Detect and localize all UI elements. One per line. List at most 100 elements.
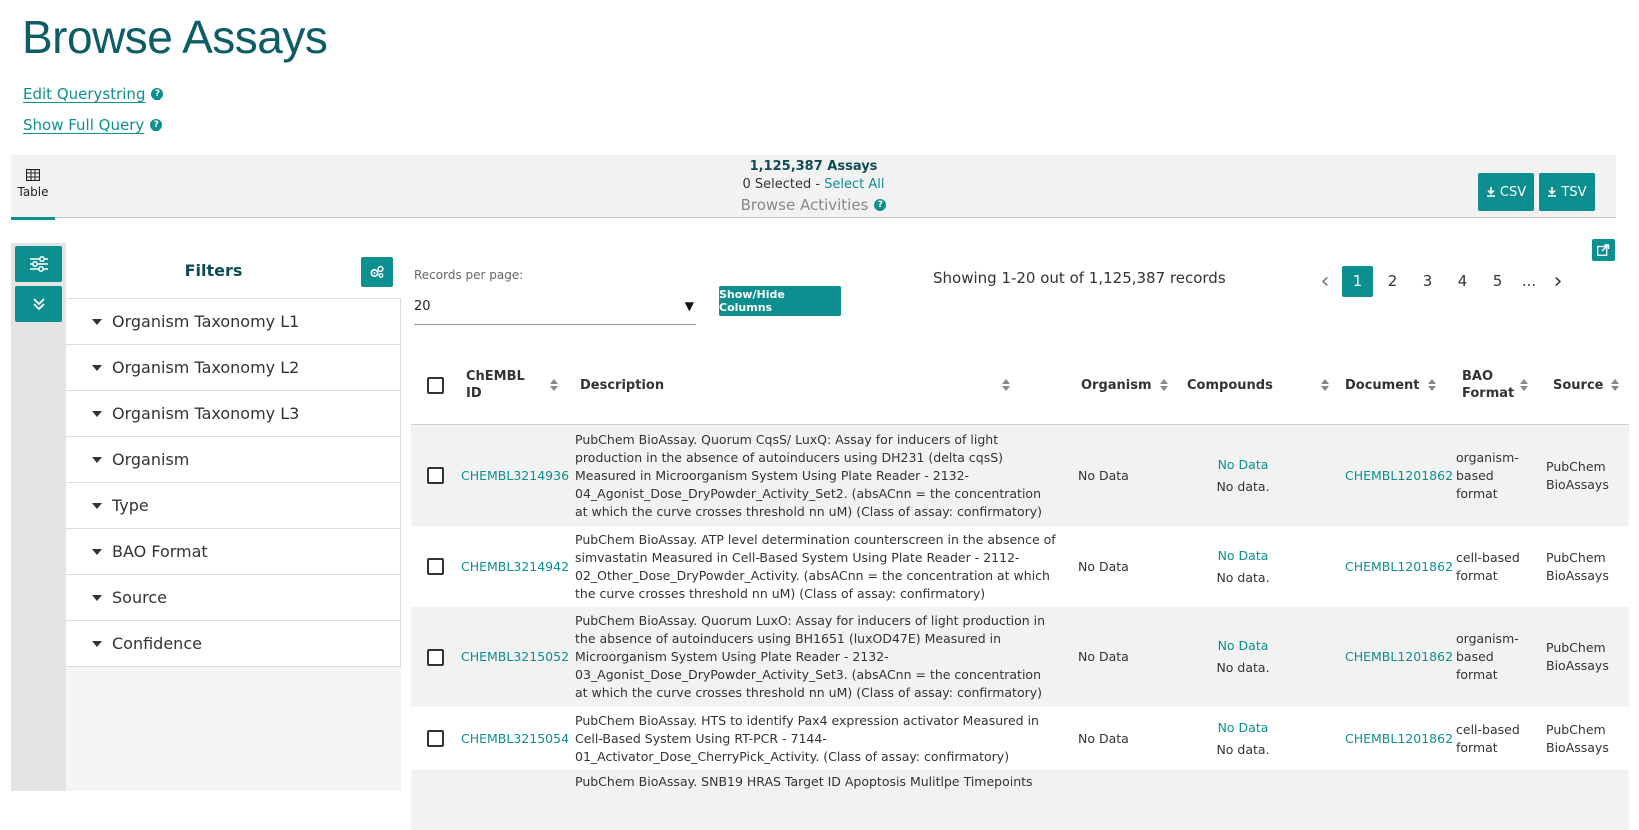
next-page-icon[interactable]: ›: [1543, 269, 1573, 294]
compounds-text: No data.: [1216, 660, 1270, 675]
filter-organism-taxonomy-l3[interactable]: Organism Taxonomy L3: [66, 391, 401, 437]
document-link[interactable]: CHEMBL1201862: [1345, 607, 1453, 707]
page-3-button[interactable]: 3: [1412, 266, 1443, 297]
compounds-text: No data.: [1216, 741, 1270, 757]
show-hide-columns-button[interactable]: Show/Hide Columns: [719, 286, 841, 316]
compounds-link[interactable]: No Data: [1218, 719, 1269, 737]
checkbox[interactable]: [427, 648, 444, 666]
filter-bao-format[interactable]: BAO Format: [66, 529, 401, 575]
bao-format-cell: cell-based format: [1456, 721, 1520, 755]
checkbox[interactable]: [427, 376, 444, 394]
select-all-checkbox[interactable]: [427, 346, 444, 424]
filter-organism[interactable]: Organism: [66, 437, 401, 483]
assays-table: ChEMBL ID Description Organism Compounds…: [411, 346, 1629, 830]
filter-type[interactable]: Type: [66, 483, 401, 529]
compounds-cell: No Data No data.: [1207, 607, 1279, 707]
compounds-link[interactable]: No Data: [1218, 456, 1269, 474]
compounds-link[interactable]: No Data: [1218, 637, 1269, 655]
table-row: CHEMBL3215052 PubChem BioAssay. Quorum L…: [411, 607, 1629, 707]
select-all-link[interactable]: Select All: [824, 177, 884, 192]
page-4-button[interactable]: 4: [1447, 266, 1478, 297]
sort-icon[interactable]: [1002, 379, 1010, 391]
document-link[interactable]: CHEMBL1201862: [1345, 526, 1453, 607]
row-checkbox[interactable]: [427, 607, 444, 707]
table-row: PubChem BioAssay. SNB19 HRAS Target ID A…: [411, 770, 1629, 830]
col-organism-label: Organism: [1081, 377, 1152, 393]
tsv-label: TSV: [1561, 184, 1587, 200]
col-description[interactable]: Description: [580, 346, 1010, 424]
filter-label: Confidence: [112, 634, 202, 653]
dropdown-arrow-icon: ▼: [684, 299, 694, 313]
source-cell: PubChem BioAssays: [1546, 549, 1609, 583]
sort-icon[interactable]: [1611, 379, 1620, 391]
col-bao-format[interactable]: BAO Format: [1462, 346, 1530, 424]
row-checkbox[interactable]: [427, 425, 444, 526]
edit-querystring-link[interactable]: Edit Querystring ?: [23, 85, 164, 103]
page-5-button[interactable]: 5: [1482, 266, 1513, 297]
toggle-filters-button[interactable]: [15, 246, 62, 282]
col-bao-format-label: BAO Format: [1462, 369, 1515, 401]
caret-down-icon: [92, 456, 102, 463]
share-button[interactable]: [1592, 239, 1615, 261]
assay-count: 1,125,387 Assays: [749, 159, 878, 174]
help-icon[interactable]: ?: [874, 199, 887, 211]
filter-settings-button[interactable]: [361, 257, 393, 287]
caret-down-icon: [92, 318, 102, 325]
document-link[interactable]: CHEMBL1201862: [1345, 425, 1453, 526]
checkbox[interactable]: [427, 467, 444, 484]
filter-confidence[interactable]: Confidence: [66, 621, 401, 667]
sort-icon[interactable]: [1520, 379, 1528, 391]
caret-down-icon: [92, 410, 102, 417]
compounds-cell: No Data No data.: [1207, 526, 1279, 607]
prev-page-icon[interactable]: ‹: [1310, 269, 1340, 294]
col-chembl-id-label: ChEMBL ID: [466, 369, 525, 401]
show-full-query-label[interactable]: Show Full Query: [23, 116, 144, 134]
compounds-cell: No Data No data.: [1207, 707, 1279, 770]
tsv-download-button[interactable]: TSV: [1539, 173, 1595, 211]
compounds-link[interactable]: No Data: [1218, 547, 1269, 565]
share-icon: [1597, 244, 1610, 256]
row-checkbox[interactable]: [427, 707, 444, 770]
col-chembl-id[interactable]: ChEMBL ID: [466, 346, 566, 424]
page-2-button[interactable]: 2: [1377, 266, 1408, 297]
description-cell: PubChem BioAssay. Quorum LuxO: Assay for…: [575, 613, 1046, 700]
chembl-id-link[interactable]: CHEMBL3215054: [461, 707, 569, 770]
sort-icon[interactable]: [1321, 379, 1329, 391]
browse-activities-link[interactable]: Browse Activities ?: [741, 196, 887, 214]
caret-down-icon: [92, 548, 102, 555]
col-compounds[interactable]: Compounds: [1187, 346, 1329, 424]
browse-activities-label[interactable]: Browse Activities: [741, 196, 869, 214]
edit-querystring-label[interactable]: Edit Querystring: [23, 85, 145, 103]
filters-title: Filters: [184, 261, 243, 280]
chembl-id-link[interactable]: CHEMBL3214936: [461, 425, 569, 526]
collapse-button[interactable]: [15, 286, 62, 322]
help-icon[interactable]: ?: [150, 119, 163, 131]
page-title: Browse Assays: [22, 11, 328, 63]
pagination: ‹ 1 2 3 4 5 ... ›: [1310, 265, 1573, 297]
col-source[interactable]: Source: [1553, 346, 1620, 424]
records-per-page-select[interactable]: 20 ▼: [414, 288, 696, 325]
col-document[interactable]: Document: [1345, 346, 1436, 424]
organism-cell: No Data: [1078, 467, 1129, 483]
sort-icon[interactable]: [1427, 379, 1436, 391]
help-icon[interactable]: ?: [151, 88, 164, 100]
checkbox[interactable]: [427, 558, 444, 575]
sort-icon[interactable]: [550, 379, 558, 391]
bao-format-cell: cell-based format: [1456, 549, 1520, 583]
csv-download-button[interactable]: CSV: [1478, 173, 1534, 211]
sort-icon[interactable]: [1159, 379, 1168, 391]
filter-organism-taxonomy-l2[interactable]: Organism Taxonomy L2: [66, 345, 401, 391]
chembl-id-link[interactable]: CHEMBL3215052: [461, 607, 569, 707]
showing-records-text: Showing 1-20 out of 1,125,387 records: [933, 269, 1226, 287]
show-full-query-link[interactable]: Show Full Query ?: [23, 116, 163, 134]
filter-source[interactable]: Source: [66, 575, 401, 621]
chembl-id-link[interactable]: CHEMBL3214942: [461, 526, 569, 607]
col-organism[interactable]: Organism: [1081, 346, 1168, 424]
row-checkbox[interactable]: [427, 526, 444, 607]
filter-organism-taxonomy-l1[interactable]: Organism Taxonomy L1: [66, 299, 401, 345]
page-1-button[interactable]: 1: [1342, 265, 1373, 297]
checkbox[interactable]: [427, 730, 444, 747]
document-link[interactable]: CHEMBL1201862: [1345, 707, 1453, 770]
filter-label: Organism Taxonomy L1: [112, 312, 300, 331]
caret-down-icon: [92, 364, 102, 371]
